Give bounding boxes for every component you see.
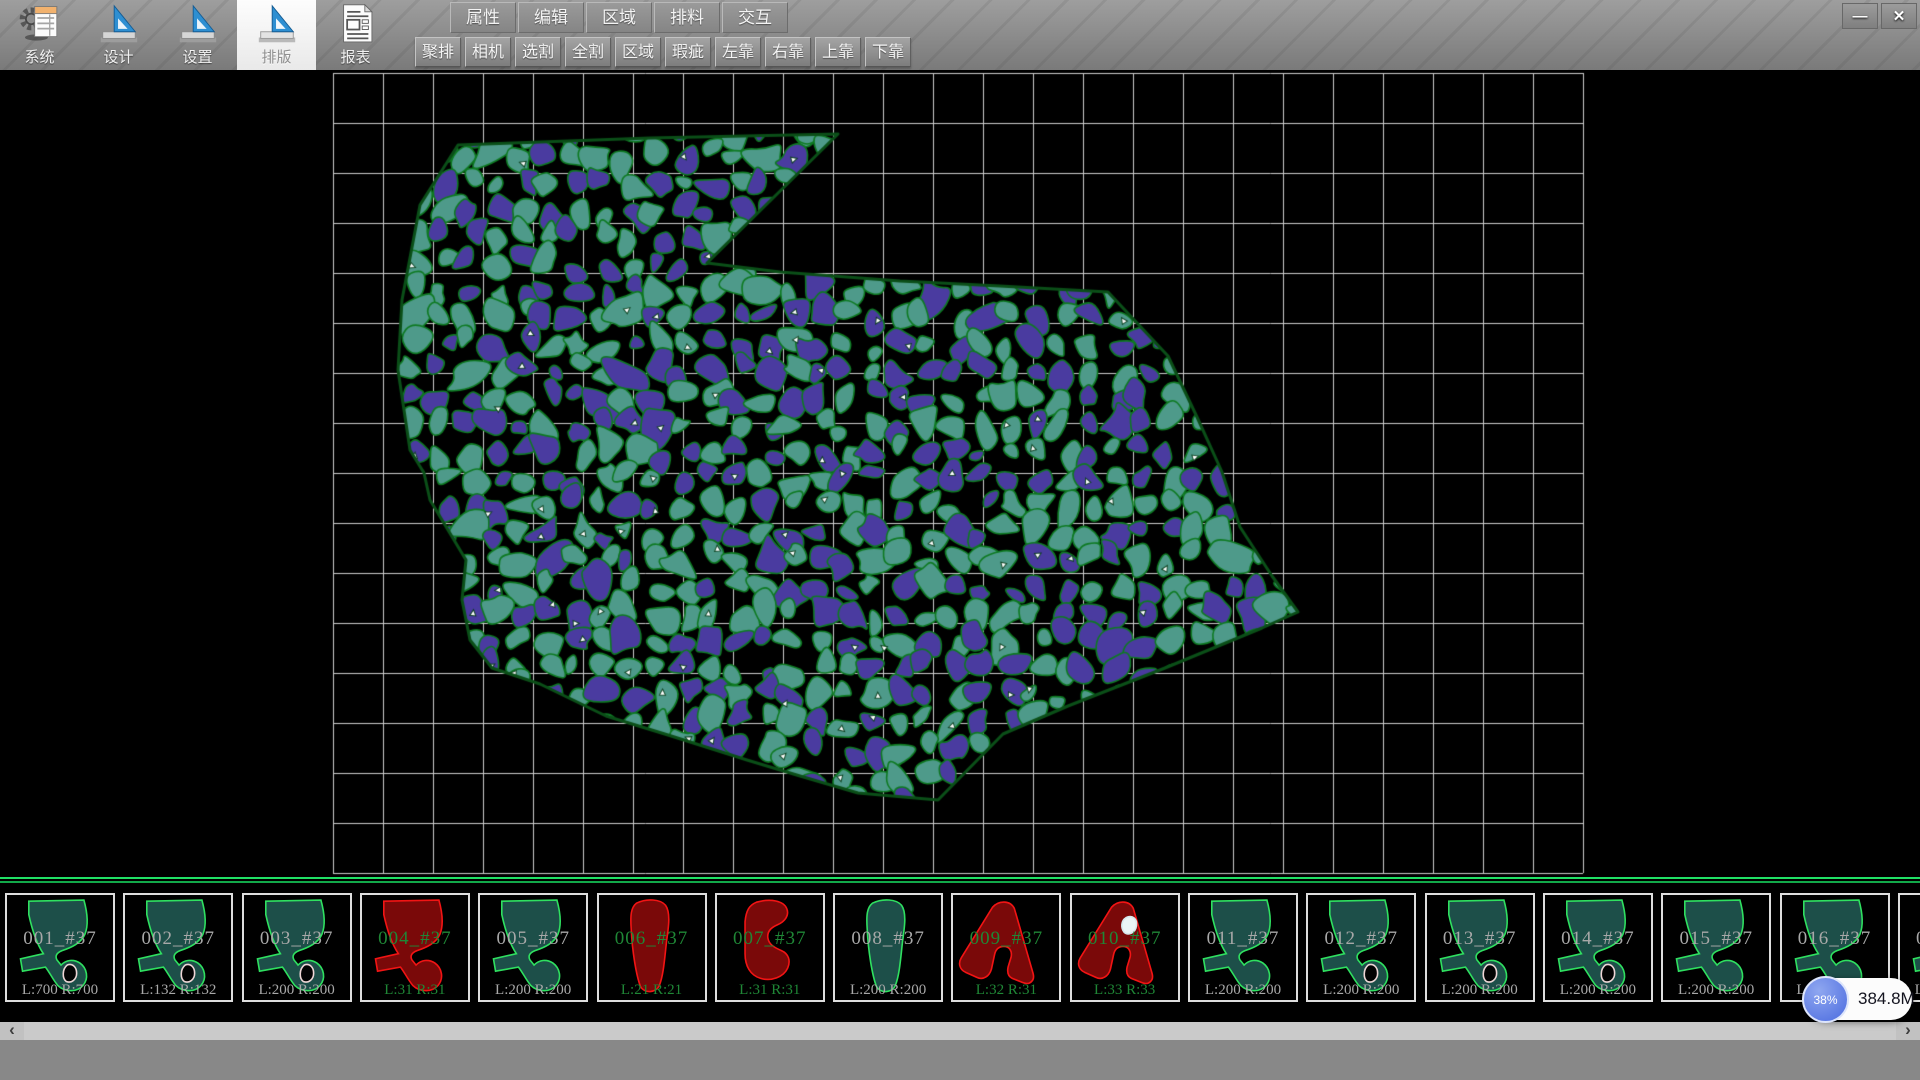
piece-lr-count-label: L:700 R:700 (7, 982, 113, 999)
piece-id-label: 017_#37 (1900, 928, 1920, 950)
scroll-left-button[interactable]: ‹ (0, 1022, 24, 1040)
menu-button-region[interactable]: 区域 (586, 2, 652, 33)
toolbar: 系统设计设置排版报表 属性编辑区域排料交互 聚排相机选割全割区域瑕疵左靠右靠上靠… (0, 0, 1920, 70)
piece-lr-count-label: L:31 R:31 (362, 982, 468, 999)
tool-button-select-cut[interactable]: 选割 (515, 37, 561, 67)
menu-button-properties[interactable]: 属性 (450, 2, 516, 33)
nesting-ruler-icon (254, 3, 300, 45)
tool-button-region-tool[interactable]: 区域 (615, 37, 661, 67)
piece-lr-count-label: L:33 R:33 (1072, 982, 1178, 999)
mode-button-nesting[interactable]: 排版 (237, 0, 316, 70)
tool-button-defect[interactable]: 瑕疵 (665, 37, 711, 67)
design-ruler-icon (96, 3, 142, 45)
mode-button-report[interactable]: 报表 (316, 0, 395, 70)
piece-lr-count-label: L:200 R:200 (480, 982, 586, 999)
tool-button-camera[interactable]: 相机 (465, 37, 511, 67)
mode-bar: 系统 设计 设置 排版 报表 (0, 0, 395, 70)
piece-lr-count-label: L:200 R:200 (1427, 982, 1533, 999)
memory-used-label: 384.8M (1858, 978, 1915, 1020)
piece-thumbnail-003_#37[interactable]: 003_#37 L:200 R:200 (242, 893, 352, 1002)
minimize-button[interactable]: — (1842, 3, 1878, 29)
mode-label-report: 报表 (340, 46, 370, 67)
menu-button-interactive[interactable]: 交互 (722, 2, 788, 33)
piece-thumbnail-012_#37[interactable]: 012_#37 L:200 R:200 (1306, 893, 1416, 1002)
tool-row: 聚排相机选割全割区域瑕疵左靠右靠上靠下靠 (415, 37, 911, 67)
piece-id-label: 008_#37 (835, 928, 941, 950)
piece-id-label: 004_#37 (362, 928, 468, 950)
piece-thumbnail-002_#37[interactable]: 002_#37 L:132 R:132 (123, 893, 233, 1002)
memory-usage-badge: 38% 384.8M (1806, 978, 1912, 1020)
mode-label-nesting: 排版 (261, 46, 291, 67)
tool-button-snap-down[interactable]: 下靠 (865, 37, 911, 67)
piece-lr-count-label: L:132 R:132 (125, 982, 231, 999)
strip-separator-line-2 (0, 881, 1920, 883)
piece-lr-count-label: L:200 R:200 (1545, 982, 1651, 999)
application-window: 系统设计设置排版报表 属性编辑区域排料交互 聚排相机选割全割区域瑕疵左靠右靠上靠… (0, 0, 1920, 1080)
piece-thumbnail-004_#37[interactable]: 004_#37 L:31 R:31 (360, 893, 470, 1002)
piece-id-label: 003_#37 (244, 928, 350, 950)
memory-percent-indicator: 38% (1802, 976, 1849, 1023)
piece-thumbnail-009_#37[interactable]: 009_#37 L:32 R:31 (951, 893, 1061, 1002)
piece-id-label: 005_#37 (480, 928, 586, 950)
piece-thumbnail-006_#37[interactable]: 006_#37 L:21 R:21 (597, 893, 707, 1002)
horizontal-scrollbar[interactable]: ‹ › (0, 1022, 1920, 1040)
piece-lr-count-label: L:200 R:200 (1663, 982, 1769, 999)
piece-lr-count-label: L:200 R:200 (1308, 982, 1414, 999)
piece-id-label: 012_#37 (1308, 928, 1414, 950)
mode-label-design: 设计 (103, 46, 133, 67)
strip-separator-line (0, 877, 1920, 879)
piece-lr-count-label: L:32 R:31 (953, 982, 1059, 999)
piece-thumbnail-010_#37[interactable]: 010_#37 L:33 R:33 (1070, 893, 1180, 1002)
piece-thumbnail-008_#37[interactable]: 008_#37 L:200 R:200 (833, 893, 943, 1002)
tool-button-cluster-nest[interactable]: 聚排 (415, 37, 461, 67)
piece-id-label: 015_#37 (1663, 928, 1769, 950)
window-controls: — ✕ (1842, 3, 1917, 29)
piece-id-label: 006_#37 (599, 928, 705, 950)
piece-thumbnail-007_#37[interactable]: 007_#37 L:31 R:31 (715, 893, 825, 1002)
piece-lr-count-label: L:21 R:21 (599, 982, 705, 999)
piece-lr-count-label: L:31 R:31 (717, 982, 823, 999)
system-gear-icon (17, 3, 63, 45)
scroll-right-button[interactable]: › (1896, 1022, 1920, 1040)
piece-thumbnail-014_#37[interactable]: 014_#37 L:200 R:200 (1543, 893, 1653, 1002)
mode-label-settings: 设置 (182, 46, 212, 67)
tool-button-snap-left[interactable]: 左靠 (715, 37, 761, 67)
mode-button-settings[interactable]: 设置 (158, 0, 237, 70)
piece-id-label: 009_#37 (953, 928, 1059, 950)
piece-id-label: 010_#37 (1072, 928, 1178, 950)
piece-id-label: 014_#37 (1545, 928, 1651, 950)
piece-thumbnail-005_#37[interactable]: 005_#37 L:200 R:200 (478, 893, 588, 1002)
piece-id-label: 011_#37 (1190, 928, 1296, 950)
tool-button-snap-right[interactable]: 右靠 (765, 37, 811, 67)
nesting-canvas[interactable] (0, 70, 1920, 877)
piece-lr-count-label: L:200 R:200 (1190, 982, 1296, 999)
piece-id-label: 007_#37 (717, 928, 823, 950)
piece-thumbnail-001_#37[interactable]: 001_#37 L:700 R:700 (5, 893, 115, 1002)
piece-thumbnail-015_#37[interactable]: 015_#37 L:200 R:200 (1661, 893, 1771, 1002)
memory-percent-label: 38% (1813, 993, 1837, 1007)
mode-button-design[interactable]: 设计 (79, 0, 158, 70)
piece-lr-count-label: L:200 R:200 (835, 982, 941, 999)
piece-id-label: 001_#37 (7, 928, 113, 950)
mode-button-system[interactable]: 系统 (0, 0, 79, 70)
settings-ruler-icon (175, 3, 221, 45)
piece-id-label: 016_#37 (1782, 928, 1888, 950)
menu-button-edit[interactable]: 编辑 (518, 2, 584, 33)
piece-thumbnail-011_#37[interactable]: 011_#37 L:200 R:200 (1188, 893, 1298, 1002)
piece-thumbnail-strip: 001_#37 L:700 R:700 002_#37 L:132 R:132 003_… (0, 877, 1920, 1022)
report-doc-icon (333, 3, 379, 45)
menu-button-nest-menu[interactable]: 排料 (654, 2, 720, 33)
piece-id-label: 002_#37 (125, 928, 231, 950)
menu-row: 属性编辑区域排料交互 (450, 2, 788, 33)
close-button[interactable]: ✕ (1881, 3, 1917, 29)
piece-lr-count-label: L:200 R:200 (244, 982, 350, 999)
piece-id-label: 013_#37 (1427, 928, 1533, 950)
mode-label-system: 系统 (24, 46, 54, 67)
tool-button-cut-all[interactable]: 全割 (565, 37, 611, 67)
piece-thumbnail-013_#37[interactable]: 013_#37 L:200 R:200 (1425, 893, 1535, 1002)
tool-button-snap-up[interactable]: 上靠 (815, 37, 861, 67)
status-bar (0, 1040, 1920, 1080)
